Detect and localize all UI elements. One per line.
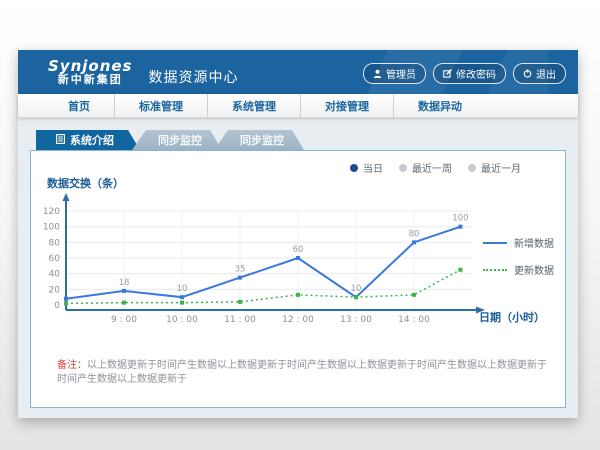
change-password-label: 修改密码 xyxy=(456,66,496,81)
tab-sync-monitor-2-label: 同步监控 xyxy=(240,132,284,148)
legend-item-new-data: 新增数据 xyxy=(483,235,554,250)
svg-text:12 : 00: 12 : 00 xyxy=(282,315,314,325)
tab-bar: 系统介绍 同步监控 同步监控 xyxy=(36,130,566,150)
footnote-text: 以上数据更新于时间产生数据以上数据更新于时间产生数据以上数据更新于时间产生数据以… xyxy=(57,360,547,385)
svg-text:11 : 00: 11 : 00 xyxy=(224,315,256,325)
legend-label-new-data: 新增数据 xyxy=(514,235,554,250)
svg-text:80: 80 xyxy=(409,229,420,239)
content-area: 系统介绍 同步监控 同步监控 当日 最近一周 xyxy=(18,118,578,418)
svg-text:10: 10 xyxy=(177,284,188,294)
nav-item-system-mgmt[interactable]: 系统管理 xyxy=(207,94,300,118)
svg-text:20: 20 xyxy=(49,285,61,295)
app-header: Synjones 新中新集团 数据资源中心 管理员 修改密码 退出 xyxy=(18,50,578,94)
svg-text:0: 0 xyxy=(54,301,60,311)
range-option-last-month-label: 最近一月 xyxy=(481,160,521,175)
range-option-last-week[interactable]: 最近一周 xyxy=(399,160,452,175)
nav-item-data-change[interactable]: 数据异动 xyxy=(393,94,486,118)
logo-cn-text: 新中新集团 xyxy=(48,74,133,86)
svg-text:100: 100 xyxy=(452,214,468,224)
chart-legend: 新增数据 更新数据 xyxy=(483,235,554,289)
y-axis-title: 数据交换（条） xyxy=(47,175,124,191)
legend-label-updated-data: 更新数据 xyxy=(514,262,554,277)
tab-sync-monitor-2[interactable]: 同步监控 xyxy=(214,130,304,150)
svg-text:60: 60 xyxy=(49,254,61,264)
legend-line-updated-data xyxy=(483,269,507,271)
page-title: 数据资源中心 xyxy=(149,67,239,87)
footnote-label: 备注： xyxy=(57,360,87,371)
tab-system-intro[interactable]: 系统介绍 xyxy=(36,130,140,150)
svg-text:120: 120 xyxy=(43,207,60,217)
user-icon xyxy=(373,69,382,78)
admin-user-button[interactable]: 管理员 xyxy=(363,63,426,84)
change-password-button[interactable]: 修改密码 xyxy=(433,63,506,84)
power-icon xyxy=(523,69,532,78)
svg-text:35: 35 xyxy=(235,265,246,275)
range-selector: 当日 最近一周 最近一月 xyxy=(350,160,521,175)
chart-panel: 当日 最近一周 最近一月 数据交换（条） 日期（小时） 020406080100… xyxy=(30,150,566,408)
tab-sync-monitor-1[interactable]: 同步监控 xyxy=(132,130,222,150)
range-option-today-label: 当日 xyxy=(363,160,383,175)
svg-text:40: 40 xyxy=(49,270,61,280)
tab-sync-monitor-1-label: 同步监控 xyxy=(158,132,202,148)
chart-container: 0 20 40 60 80 100 120 9 : 00 10 : 00 11 : 00 12 : … xyxy=(37,191,497,337)
tab-system-intro-label: 系统介绍 xyxy=(70,132,114,148)
header-buttons: 管理员 修改密码 退出 xyxy=(363,63,566,84)
edit-icon xyxy=(443,69,452,78)
nav-item-home[interactable]: 首页 xyxy=(44,94,114,118)
company-logo: Synjones 新中新集团 xyxy=(48,58,133,87)
main-nav: 首页 标准管理 系统管理 对接管理 数据异动 xyxy=(18,94,578,118)
logo-en-text: Synjones xyxy=(48,58,133,75)
range-option-last-week-label: 最近一周 xyxy=(412,160,452,175)
legend-line-new-data xyxy=(483,242,507,244)
nav-item-standard-mgmt[interactable]: 标准管理 xyxy=(114,94,207,118)
line-chart: 0 20 40 60 80 100 120 9 : 00 10 : 00 11 : 00 12 : … xyxy=(37,191,497,333)
logout-button[interactable]: 退出 xyxy=(513,63,566,84)
nav-item-interface-mgmt[interactable]: 对接管理 xyxy=(300,94,393,118)
footnote: 备注：以上数据更新于时间产生数据以上数据更新于时间产生数据以上数据更新于时间产生… xyxy=(57,359,549,387)
legend-item-updated-data: 更新数据 xyxy=(483,262,554,277)
app-window: Synjones 新中新集团 数据资源中心 管理员 修改密码 退出 xyxy=(18,50,578,418)
radio-dot-last-week[interactable] xyxy=(399,164,407,172)
svg-text:60: 60 xyxy=(293,245,304,255)
range-option-today[interactable]: 当日 xyxy=(350,160,383,175)
svg-text:9 : 00: 9 : 00 xyxy=(111,315,137,325)
svg-text:100: 100 xyxy=(43,223,60,233)
logout-label: 退出 xyxy=(536,66,556,81)
svg-text:80: 80 xyxy=(49,238,61,248)
range-option-last-month[interactable]: 最近一月 xyxy=(468,160,521,175)
document-icon xyxy=(56,134,65,147)
svg-text:18: 18 xyxy=(119,278,130,288)
svg-text:14 : 00: 14 : 00 xyxy=(398,315,430,325)
svg-text:10 : 00: 10 : 00 xyxy=(166,315,198,325)
svg-text:10: 10 xyxy=(351,284,362,294)
radio-dot-last-month[interactable] xyxy=(468,164,476,172)
radio-dot-today[interactable] xyxy=(350,164,358,172)
svg-text:13 : 00: 13 : 00 xyxy=(340,315,372,325)
admin-user-label: 管理员 xyxy=(386,66,416,81)
